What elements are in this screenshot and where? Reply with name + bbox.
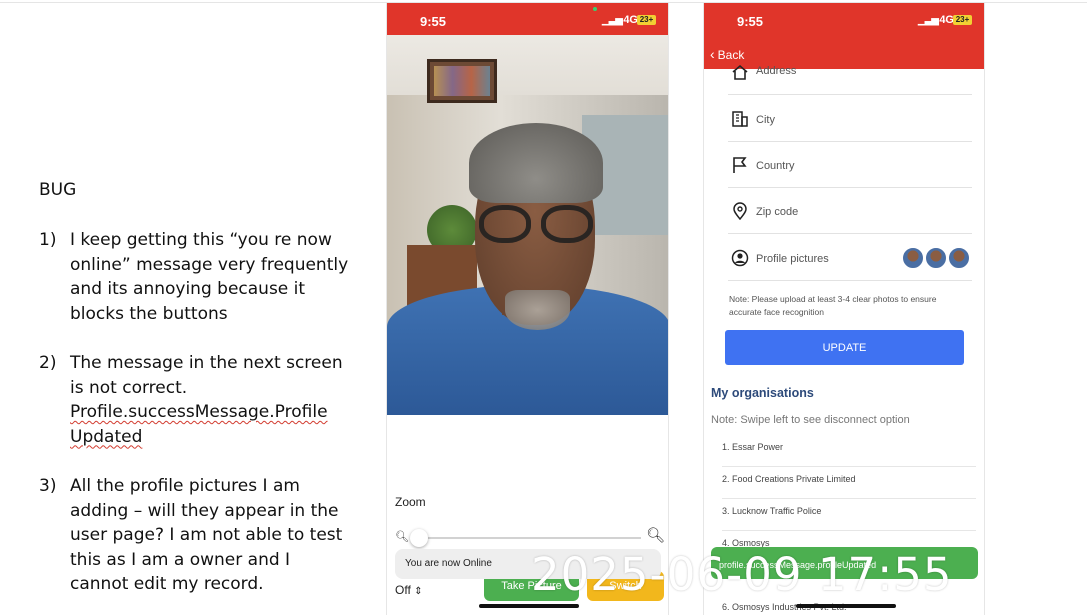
zoom-label: Zoom — [395, 495, 426, 509]
organisation-item[interactable]: 3. Lucknow Traffic Police — [722, 499, 976, 531]
camera-screen: 9:55 ▁▃▅ 4G 23+ Zoom 🔍︎ 🔍︎ Take Picture … — [386, 3, 669, 615]
signal-icon: ▁▃▅ — [601, 15, 623, 26]
bug-item-text-prefix: The message in the next screen is not co… — [70, 353, 343, 398]
bug-item-number: 1) — [39, 230, 57, 250]
signal-icon: ▁▃▅ — [917, 15, 939, 26]
bug-item-text: The message in the next screen is not co… — [70, 351, 350, 449]
wall-painting — [427, 59, 497, 103]
glasses — [479, 205, 599, 245]
organisation-item[interactable]: 1. Essar Power — [722, 435, 976, 467]
zip-code-field[interactable]: Zip code — [728, 196, 972, 234]
bug-item-1: 1) I keep getting this “you re now onlin… — [39, 228, 359, 326]
city-field[interactable]: City — [728, 104, 972, 142]
capture-timestamp: 2025-06-09 17:55 — [531, 548, 953, 601]
network-type: 4G — [623, 14, 638, 26]
battery-icon: 23+ — [637, 15, 656, 25]
status-time: 9:55 — [420, 14, 447, 29]
avatar[interactable] — [948, 247, 970, 269]
profile-pictures-field[interactable]: Profile pictures — [728, 243, 972, 281]
bug-notes: BUG 1) I keep getting this “you re now o… — [39, 178, 359, 615]
bug-item-text: I keep getting this “you re now online” … — [70, 230, 349, 324]
user-circle-icon — [731, 249, 749, 267]
flash-select-value: Off — [395, 583, 411, 597]
status-bar: 9:55 ▁▃▅ 4G 23+ — [387, 3, 668, 35]
spellcheck-underlined-text: Profile.successMessage.Profile Updated — [70, 402, 328, 447]
zoom-slider[interactable]: 🔍︎ 🔍︎ — [395, 527, 665, 549]
avatar[interactable] — [925, 247, 947, 269]
chevron-left-icon: ‹ — [710, 46, 715, 62]
flag-icon — [733, 157, 747, 173]
field-label: Country — [756, 160, 795, 172]
field-label: Profile pictures — [756, 253, 829, 265]
bug-item-number: 2) — [39, 353, 57, 373]
camera-in-use-indicator — [593, 7, 597, 11]
zoom-out-icon: 🔍︎ — [395, 531, 409, 543]
field-label: Zip code — [756, 206, 799, 218]
chevron-updown-icon: ⇕ — [414, 586, 423, 597]
bug-item-2: 2) The message in the next screen is not… — [39, 351, 359, 449]
bug-item-text: All the profile pictures I am adding – w… — [70, 476, 343, 594]
profile-screen: 9:55 ▁▃▅ 4G 23+ ‹ Back Address City Count… — [703, 3, 985, 615]
zoom-slider-thumb[interactable] — [410, 529, 428, 547]
zoom-slider-track[interactable] — [413, 537, 641, 539]
address-field[interactable]: Address — [728, 57, 972, 95]
bug-item-number: 3) — [39, 476, 57, 496]
organisation-item[interactable]: 2. Food Creations Private Limited — [722, 467, 976, 499]
location-pin-icon — [733, 202, 747, 220]
field-label: Address — [756, 65, 797, 77]
avatar[interactable] — [902, 247, 924, 269]
home-icon — [732, 64, 748, 80]
update-button[interactable]: UPDATE — [725, 330, 964, 365]
camera-preview[interactable] — [387, 35, 668, 415]
organisations-title: My organisations — [711, 386, 814, 400]
building-icon — [732, 111, 748, 127]
zoom-in-icon: 🔍︎ — [646, 527, 666, 544]
battery-icon: 23+ — [953, 15, 972, 25]
country-field[interactable]: Country — [728, 150, 972, 188]
bug-heading: BUG — [39, 180, 77, 200]
upload-note: Note: Please upload at least 3-4 clear p… — [729, 294, 937, 317]
profile-picture-thumbnails[interactable] — [902, 247, 972, 269]
status-time: 9:55 — [737, 14, 764, 29]
flash-select[interactable]: Off ⇕ — [395, 583, 423, 597]
field-label: City — [756, 114, 775, 126]
organisations-hint: Note: Swipe left to see disconnect optio… — [711, 414, 910, 426]
bug-item-3: 3) All the profile pictures I am adding … — [39, 474, 359, 597]
network-type: 4G — [939, 14, 954, 26]
